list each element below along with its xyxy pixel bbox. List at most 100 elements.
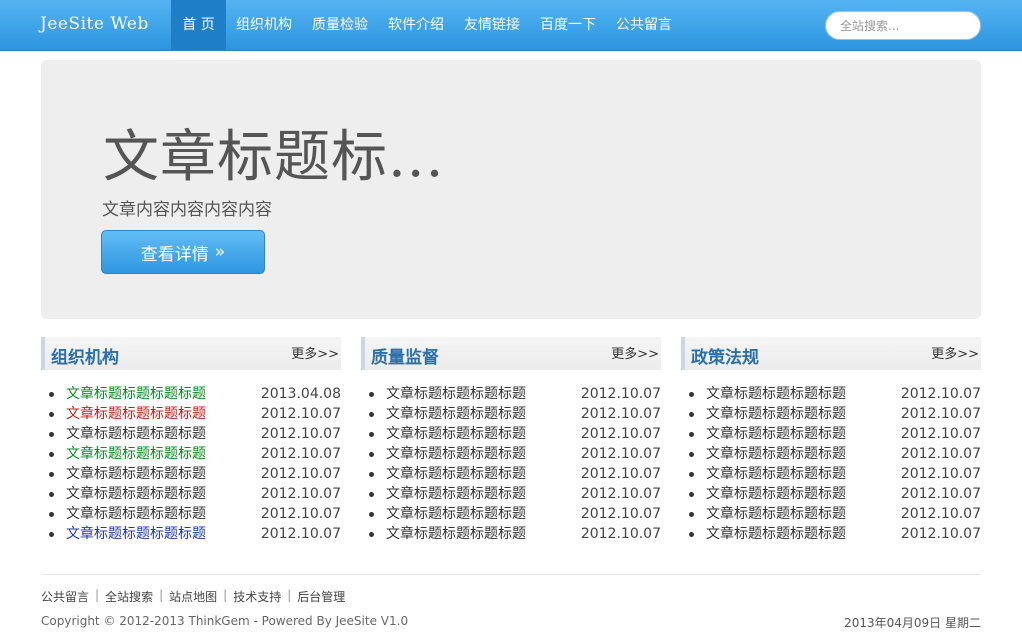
article-link[interactable]: 文章标题标题标题标题: [66, 406, 206, 422]
article-link[interactable]: 文章标题标题标题标题: [706, 426, 846, 442]
article-date: 2012.10.07: [260, 526, 341, 542]
article-link[interactable]: 文章标题标题标题标题: [706, 526, 846, 542]
article-date: 2012.10.07: [580, 386, 661, 402]
list-item: 文章标题标题标题标题 2012.10.07: [681, 444, 981, 464]
article-link[interactable]: 文章标题标题标题标题: [386, 426, 526, 442]
list-item: 文章标题标题标题标题 2012.10.07: [41, 484, 341, 504]
list-item: 文章标题标题标题标题 2012.10.07: [361, 384, 661, 404]
article-link[interactable]: 文章标题标题标题标题: [66, 446, 206, 462]
bullet-icon: [49, 392, 54, 397]
list-item: 文章标题标题标题标题 2012.10.07: [681, 484, 981, 504]
column-title: 质量监督: [371, 348, 439, 368]
nav-item-home[interactable]: 首 页: [171, 0, 226, 50]
article-link[interactable]: 文章标题标题标题标题: [66, 466, 206, 482]
article-date: 2012.10.07: [580, 486, 661, 502]
article-date: 2012.10.07: [900, 406, 981, 422]
brand-logo[interactable]: JeeSite Web: [40, 14, 149, 34]
list-item: 文章标题标题标题标题 2012.10.07: [681, 504, 981, 524]
search-input[interactable]: [825, 11, 981, 40]
article-date: 2012.10.07: [260, 406, 341, 422]
hero-title: 文章标题标...: [103, 125, 445, 190]
article-link[interactable]: 文章标题标题标题标题: [386, 526, 526, 542]
article-link[interactable]: 文章标题标题标题标题: [386, 486, 526, 502]
footer-link[interactable]: 技术支持: [233, 588, 281, 605]
bullet-icon: [689, 412, 694, 417]
article-date: 2012.10.07: [900, 426, 981, 442]
list-item: 文章标题标题标题标题 2012.10.07: [361, 444, 661, 464]
list-item: 文章标题标题标题标题 2012.10.07: [361, 404, 661, 424]
bullet-icon: [369, 492, 374, 497]
article-link[interactable]: 文章标题标题标题标题: [66, 386, 206, 402]
article-date: 2012.10.07: [580, 406, 661, 422]
bullet-icon: [689, 532, 694, 537]
hero-banner: 文章标题标... 文章内容内容内容内容 查看详情 »: [41, 60, 981, 319]
article-link[interactable]: 文章标题标题标题标题: [66, 426, 206, 442]
footer-separator: |: [95, 588, 100, 602]
nav-item-guestbook[interactable]: 公共留言: [606, 0, 682, 50]
list-item: 文章标题标题标题标题 2012.10.07: [361, 464, 661, 484]
article-date: 2012.10.07: [260, 426, 341, 442]
article-link[interactable]: 文章标题标题标题标题: [706, 486, 846, 502]
nav-item-organization[interactable]: 组织机构: [226, 0, 302, 50]
article-date: 2012.10.07: [580, 506, 661, 522]
list-item: 文章标题标题标题标题 2012.10.07: [41, 424, 341, 444]
bullet-icon: [689, 432, 694, 437]
footer-separator: |: [287, 588, 292, 602]
bullet-icon: [369, 412, 374, 417]
article-date: 2012.10.07: [580, 426, 661, 442]
footer-link[interactable]: 后台管理: [297, 588, 345, 605]
bullet-icon: [689, 452, 694, 457]
article-link[interactable]: 文章标题标题标题标题: [706, 406, 846, 422]
article-link[interactable]: 文章标题标题标题标题: [386, 506, 526, 522]
bullet-icon: [369, 392, 374, 397]
article-link[interactable]: 文章标题标题标题标题: [706, 506, 846, 522]
bullet-icon: [689, 512, 694, 517]
bullet-icon: [49, 492, 54, 497]
article-date: 2012.10.07: [900, 506, 981, 522]
article-date: 2012.10.07: [580, 446, 661, 462]
copyright: Copyright © 2012-2013 ThinkGem - Powered…: [41, 614, 409, 628]
column-title: 政策法规: [691, 348, 759, 368]
more-link[interactable]: 更多>>: [291, 343, 339, 362]
article-date: 2012.10.07: [900, 386, 981, 402]
bullet-icon: [689, 492, 694, 497]
more-link[interactable]: 更多>>: [611, 343, 659, 362]
list-item: 文章标题标题标题标题 2012.10.07: [681, 424, 981, 444]
article-date: 2012.10.07: [900, 446, 981, 462]
article-date: 2013.04.08: [260, 386, 341, 402]
article-link[interactable]: 文章标题标题标题标题: [386, 466, 526, 482]
bullet-icon: [689, 392, 694, 397]
navbar: JeeSite Web 首 页 组织机构 质量检验 软件介绍 友情链接 百度一下…: [0, 0, 1022, 51]
list-item: 文章标题标题标题标题 2012.10.07: [681, 464, 981, 484]
bullet-icon: [369, 532, 374, 537]
article-link[interactable]: 文章标题标题标题标题: [66, 486, 206, 502]
footer-link[interactable]: 全站搜索: [105, 588, 153, 605]
article-date: 2012.10.07: [900, 526, 981, 542]
more-link[interactable]: 更多>>: [931, 343, 979, 362]
nav-item-baidu[interactable]: 百度一下: [530, 0, 606, 50]
article-date: 2012.10.07: [580, 466, 661, 482]
article-link[interactable]: 文章标题标题标题标题: [386, 386, 526, 402]
bullet-icon: [369, 432, 374, 437]
footer-link[interactable]: 站点地图: [169, 588, 217, 605]
article-link[interactable]: 文章标题标题标题标题: [66, 506, 206, 522]
nav-item-quality[interactable]: 质量检验: [302, 0, 378, 50]
current-date: 2013年04月09日 星期二: [844, 616, 981, 630]
list-item: 文章标题标题标题标题 2013.04.08: [41, 384, 341, 404]
article-link[interactable]: 文章标题标题标题标题: [706, 466, 846, 482]
article-link[interactable]: 文章标题标题标题标题: [386, 446, 526, 462]
nav-item-software[interactable]: 软件介绍: [378, 0, 454, 50]
article-date: 2012.10.07: [900, 466, 981, 482]
list-item: 文章标题标题标题标题 2012.10.07: [41, 504, 341, 524]
column-header: 组织机构 更多>>: [41, 337, 341, 370]
article-link[interactable]: 文章标题标题标题标题: [706, 386, 846, 402]
footer-link[interactable]: 公共留言: [41, 588, 89, 605]
article-link[interactable]: 文章标题标题标题标题: [66, 526, 206, 542]
column-quality-supervision: 质量监督 更多>> 文章标题标题标题标题 2012.10.07 文章标题标题标题标题…: [361, 337, 661, 544]
view-details-button[interactable]: 查看详情 »: [101, 230, 265, 274]
article-link[interactable]: 文章标题标题标题标题: [386, 406, 526, 422]
article-date: 2012.10.07: [260, 506, 341, 522]
footer-divider: [41, 574, 981, 575]
article-link[interactable]: 文章标题标题标题标题: [706, 446, 846, 462]
nav-item-links[interactable]: 友情链接: [454, 0, 530, 50]
